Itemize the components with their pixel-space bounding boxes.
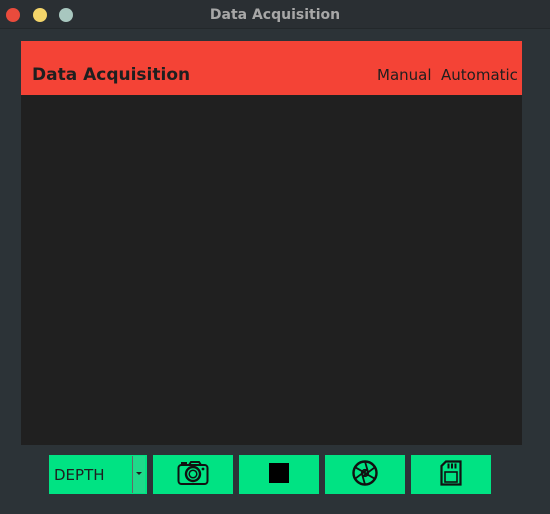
main-panel: Data Acquisition Manual Automatic xyxy=(21,41,522,445)
sd-card-icon xyxy=(440,459,462,490)
aperture-button[interactable] xyxy=(325,455,405,494)
tab-manual[interactable]: Manual xyxy=(377,66,432,84)
mode-select[interactable]: DEPTH xyxy=(49,455,147,494)
stop-button[interactable] xyxy=(239,455,319,494)
app-header: Data Acquisition Manual Automatic xyxy=(21,41,522,95)
dropdown-toggle[interactable] xyxy=(132,456,145,493)
stop-icon xyxy=(269,462,289,487)
tab-automatic[interactable]: Automatic xyxy=(441,66,518,84)
aperture-icon xyxy=(352,459,378,490)
camera-icon xyxy=(177,460,209,490)
app-window: Data Acquisition Data Acquisition Manual… xyxy=(0,0,550,514)
mode-select-value: DEPTH xyxy=(54,466,105,484)
capture-button[interactable] xyxy=(153,455,233,494)
window-title: Data Acquisition xyxy=(209,7,341,23)
page-title: Data Acquisition xyxy=(32,65,191,85)
chevron-down-icon xyxy=(136,472,142,475)
window-titlebar: Data Acquisition xyxy=(0,0,550,29)
save-sd-button[interactable] xyxy=(411,455,491,494)
